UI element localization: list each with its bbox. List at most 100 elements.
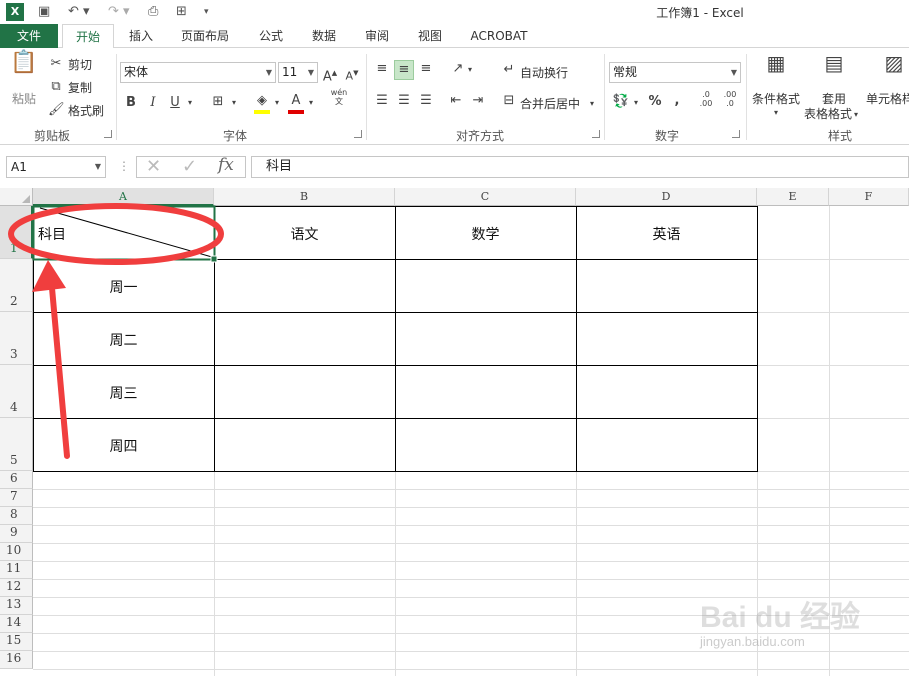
window-title: 工作簿1 - Excel bbox=[656, 6, 744, 20]
chevron-down-icon[interactable]: ▾ bbox=[466, 61, 474, 79]
tab-page-layout[interactable]: 页面布局 bbox=[172, 24, 238, 48]
clipboard-launcher-icon[interactable] bbox=[104, 130, 112, 138]
tab-formulas[interactable]: 公式 bbox=[250, 24, 292, 48]
decrease-indent-icon[interactable]: ⇤ bbox=[446, 92, 466, 110]
merge-center-button[interactable]: 合并后居中 bbox=[520, 95, 580, 112]
number-launcher-icon[interactable] bbox=[732, 130, 740, 138]
chevron-down-icon[interactable]: ▾ bbox=[186, 94, 194, 112]
cut-icon[interactable]: ✂ bbox=[48, 55, 64, 73]
ribbon-tabs: 文件 开始 插入 页面布局 公式 数据 审阅 视图 ACROBAT bbox=[0, 24, 909, 49]
excel-logo-icon: X bbox=[6, 3, 24, 21]
merge-center-icon[interactable]: ⊟ bbox=[500, 92, 518, 110]
font-size-combo[interactable]: 11 ▼ bbox=[278, 62, 318, 83]
chevron-down-icon: ▼ bbox=[307, 68, 314, 77]
annotation-circle bbox=[8, 203, 224, 265]
number-group-label: 数字 bbox=[654, 129, 679, 143]
alignment-group-label: 对齐方式 bbox=[455, 129, 504, 143]
ribbon: 📋 粘贴 ✂ 剪切 ⧉ 复制 🖌 格式刷 剪贴板 宋体 ▼ 11 ▼ A▲ A▼ B… bbox=[0, 48, 909, 145]
cell-styles-button[interactable]: 单元格样 bbox=[866, 90, 909, 107]
font-group-label: 字体 bbox=[222, 129, 247, 143]
title-bar: X ▣ ↶ ▾ ↷ ▾ ⎙ ⊞ ▾ 工作簿1 - Excel bbox=[0, 0, 909, 24]
decrease-decimal-button[interactable]: .00 .0 bbox=[720, 90, 740, 108]
tab-home[interactable]: 开始 bbox=[62, 24, 114, 49]
watermark-url: jingyan.baidu.com bbox=[700, 634, 805, 649]
watermark-brand: Bai du 经验 bbox=[700, 601, 861, 634]
formula-input[interactable]: 科目 bbox=[251, 156, 909, 178]
tab-review[interactable]: 审阅 bbox=[356, 24, 398, 48]
worksheet: A B C D E F 1 2 3 4 5 6 7 8 9 10 11 12 1… bbox=[0, 188, 909, 676]
increase-indent-icon[interactable]: ⇥ bbox=[468, 92, 488, 110]
chevron-down-icon[interactable]: ▾ bbox=[772, 104, 780, 122]
tab-view[interactable]: 视图 bbox=[409, 24, 451, 48]
format-painter-button[interactable]: 格式刷 bbox=[68, 102, 104, 119]
confirm-entry-icon[interactable]: ✓ bbox=[182, 156, 197, 177]
font-name-combo[interactable]: 宋体 ▼ bbox=[120, 62, 276, 83]
print-preview-icon[interactable]: ⎙ bbox=[148, 3, 158, 21]
align-bottom-icon[interactable]: ≡ bbox=[416, 60, 436, 78]
align-right-icon[interactable]: ☰ bbox=[416, 92, 436, 110]
format-as-table-icon[interactable]: ▤ bbox=[820, 53, 848, 84]
align-center-icon[interactable]: ☰ bbox=[394, 92, 414, 110]
paste-icon[interactable]: 📋 bbox=[10, 52, 38, 82]
font-color-icon[interactable]: A bbox=[288, 92, 304, 114]
quick-print-icon[interactable]: ⊞ bbox=[176, 3, 187, 21]
chevron-down-icon[interactable]: ▾ bbox=[273, 94, 281, 112]
tab-acrobat[interactable]: ACROBAT bbox=[462, 24, 536, 48]
tab-insert[interactable]: 插入 bbox=[120, 24, 162, 48]
font-launcher-icon[interactable] bbox=[354, 130, 362, 138]
cancel-entry-icon[interactable]: ✕ bbox=[146, 156, 161, 177]
chevron-down-icon: ▼ bbox=[265, 68, 272, 77]
formula-bar: A1 ▼ ⋮ ✕ ✓ fx 科目 bbox=[0, 150, 909, 184]
conditional-format-icon[interactable]: ▦ bbox=[762, 53, 790, 84]
align-top-icon[interactable]: ≡ bbox=[372, 60, 392, 78]
styles-group-label: 样式 bbox=[827, 129, 852, 143]
chevron-down-icon: ▼ bbox=[94, 162, 101, 171]
increase-font-icon[interactable]: A▲ bbox=[322, 64, 338, 86]
percent-button[interactable]: % bbox=[646, 93, 664, 111]
italic-button[interactable]: I bbox=[146, 94, 160, 112]
wrap-text-button[interactable]: 自动换行 bbox=[520, 64, 568, 81]
borders-icon[interactable]: ⊞ bbox=[210, 93, 226, 111]
annotation-arrow-head bbox=[32, 260, 66, 292]
format-as-table-label-2[interactable]: 表格格式 bbox=[804, 105, 852, 122]
cell-styles-icon[interactable]: ▨ bbox=[880, 53, 908, 84]
copy-icon[interactable]: ⧉ bbox=[48, 78, 64, 96]
cut-button[interactable]: 剪切 bbox=[68, 56, 92, 73]
fill-color-icon[interactable]: ◈ bbox=[254, 92, 270, 114]
tab-file[interactable]: 文件 bbox=[0, 24, 58, 48]
undo-icon[interactable]: ↶ ▾ bbox=[68, 3, 90, 21]
align-left-icon[interactable]: ☰ bbox=[372, 92, 392, 110]
orientation-icon[interactable]: ↗ bbox=[448, 60, 468, 78]
alignment-launcher-icon[interactable] bbox=[592, 130, 600, 138]
chevron-down-icon[interactable]: ▾ bbox=[632, 94, 640, 112]
insert-function-icon[interactable]: fx bbox=[218, 155, 234, 175]
currency-icon[interactable]: 💱 bbox=[612, 93, 630, 111]
format-painter-icon[interactable]: 🖌 bbox=[48, 101, 65, 119]
save-icon[interactable]: ▣ bbox=[38, 3, 50, 21]
chevron-down-icon[interactable]: ▾ bbox=[307, 94, 315, 112]
comma-button[interactable]: , bbox=[670, 92, 684, 110]
name-box-value: A1 bbox=[11, 160, 27, 174]
redo-icon[interactable]: ↷ ▾ bbox=[108, 3, 130, 21]
annotation-arrow-shaft bbox=[49, 285, 70, 459]
phonetic-guide-icon[interactable]: wén 文 bbox=[330, 88, 348, 106]
clipboard-group-label: 剪贴板 bbox=[33, 129, 70, 143]
chevron-down-icon[interactable]: ▾ bbox=[852, 106, 860, 124]
more-options-icon: ⋮ bbox=[118, 159, 130, 173]
chevron-down-icon[interactable]: ▾ bbox=[588, 95, 596, 113]
tab-data[interactable]: 数据 bbox=[303, 24, 345, 48]
increase-decimal-button[interactable]: .0 .00 bbox=[696, 90, 716, 108]
wrap-text-icon[interactable]: ↵ bbox=[500, 61, 518, 79]
paste-button[interactable]: 粘贴 bbox=[12, 90, 36, 107]
number-format-combo[interactable]: 常规 ▼ bbox=[609, 62, 741, 83]
customize-toolbar-icon[interactable]: ▾ bbox=[204, 3, 209, 21]
name-box[interactable]: A1 ▼ bbox=[6, 156, 106, 178]
bold-button[interactable]: B bbox=[124, 94, 138, 112]
number-format-value: 常规 bbox=[613, 65, 638, 79]
font-size-value: 11 bbox=[282, 65, 298, 79]
decrease-font-icon[interactable]: A▼ bbox=[344, 64, 360, 86]
align-middle-icon[interactable]: ≡ bbox=[394, 60, 414, 80]
underline-button[interactable]: U bbox=[168, 94, 182, 112]
chevron-down-icon[interactable]: ▾ bbox=[230, 94, 238, 112]
copy-button[interactable]: 复制 bbox=[68, 79, 92, 96]
